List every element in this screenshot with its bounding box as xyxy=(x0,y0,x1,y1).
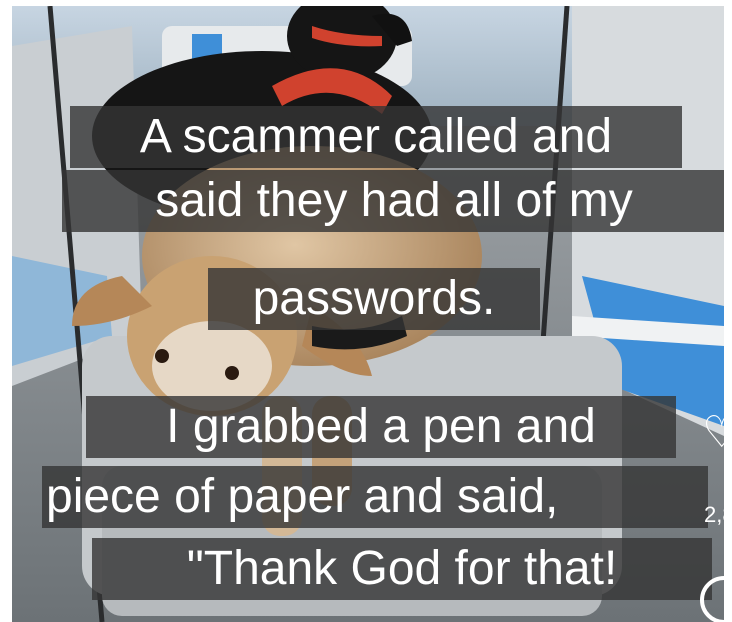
caption-line-1: A scammer called and xyxy=(70,106,682,168)
caption-line-4: I grabbed a pen and xyxy=(86,396,676,458)
video-frame: A scammer called and said they had all o… xyxy=(12,6,724,622)
like-count-fragment: 2,8 xyxy=(704,502,724,527)
caption-line-2: said they had all of my xyxy=(62,170,724,232)
heart-outline-icon[interactable]: ♡ xyxy=(702,402,724,464)
caption-line-6: "Thank God for that! xyxy=(92,538,712,600)
caption-line-3: passwords. xyxy=(208,268,540,330)
caption-line-5: piece of paper and said, xyxy=(42,466,708,528)
